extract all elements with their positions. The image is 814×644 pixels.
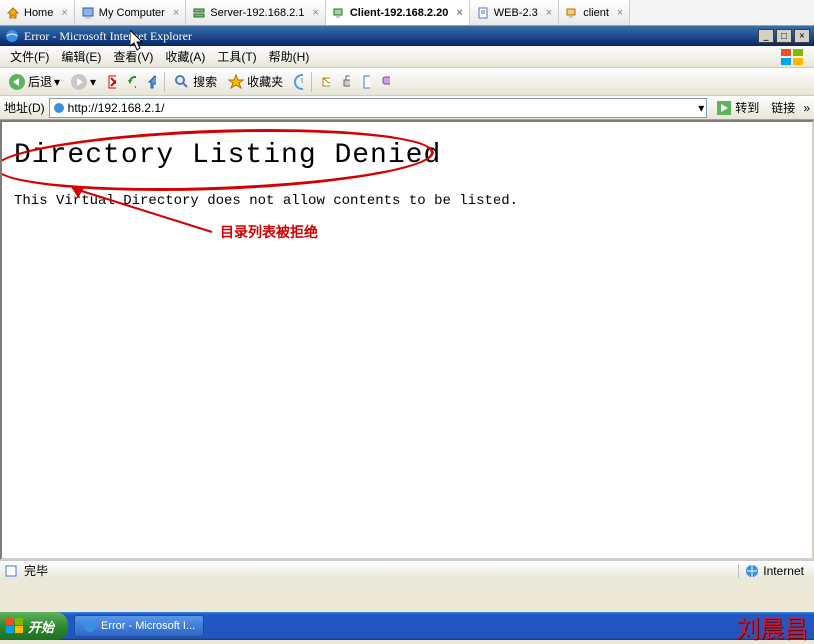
address-box[interactable]: ▾ — [49, 98, 708, 118]
taskbar: 开始 Error - Microsoft I... 刘晨昌 — [0, 612, 814, 640]
close-button[interactable]: × — [794, 29, 810, 43]
ie-titlebar: Error - Microsoft Internet Explorer _ □ … — [0, 26, 814, 46]
forward-button[interactable]: ▾ — [66, 71, 100, 93]
minimize-button[interactable]: _ — [758, 29, 774, 43]
tab-home[interactable]: Home × — [0, 0, 75, 25]
tab-my-computer[interactable]: My Computer × — [75, 0, 186, 25]
tab-label: Server-192.168.2.1 — [210, 7, 304, 19]
tab-label: Home — [24, 7, 53, 19]
close-icon[interactable]: × — [312, 7, 318, 19]
start-button[interactable]: 开始 — [0, 612, 68, 640]
home-button[interactable] — [142, 73, 160, 91]
app-tab-strip: Home × My Computer × Server-192.168.2.1 … — [0, 0, 814, 26]
history-button[interactable] — [289, 73, 307, 91]
favorites-button[interactable]: 收藏夹 — [223, 71, 287, 93]
menu-bar: 文件(F) 编辑(E) 查看(V) 收藏(A) 工具(T) 帮助(H) — [0, 46, 814, 68]
tab-label: WEB-2.3 — [494, 7, 538, 19]
tab-web[interactable]: WEB-2.3 × — [470, 0, 559, 25]
server-icon — [192, 6, 206, 20]
toolbar: 后退 ▾ ▾ 搜索 收藏夹 — [0, 68, 814, 96]
signature-watermark: 刘晨昌 — [736, 609, 808, 644]
star-icon — [227, 73, 245, 91]
close-icon[interactable]: × — [546, 7, 552, 19]
page-icon — [476, 6, 490, 20]
tab-client-active[interactable]: Client-192.168.2.20 × — [326, 0, 470, 25]
page-icon — [52, 101, 68, 115]
close-icon[interactable]: × — [173, 7, 179, 19]
go-button[interactable]: 转到 — [711, 99, 763, 117]
menu-favorites[interactable]: 收藏(A) — [159, 46, 211, 67]
security-zone: Internet — [738, 564, 810, 578]
ie-icon — [83, 619, 97, 633]
menu-view[interactable]: 查看(V) — [107, 46, 159, 67]
tab-label: Client-192.168.2.20 — [350, 7, 448, 19]
go-label: 转到 — [735, 99, 759, 116]
taskbar-task[interactable]: Error - Microsoft I... — [74, 615, 204, 637]
menu-edit[interactable]: 编辑(E) — [55, 46, 107, 67]
tab-server[interactable]: Server-192.168.2.1 × — [186, 0, 326, 25]
windows-flag-icon — [776, 48, 810, 66]
client-icon — [332, 6, 346, 20]
page-done-icon — [4, 564, 20, 578]
refresh-button[interactable] — [122, 73, 140, 91]
ie-status-bar: 完毕 Internet — [0, 560, 814, 580]
stop-button[interactable] — [102, 73, 120, 91]
address-label: 地址(D) — [4, 99, 45, 116]
back-button[interactable]: 后退 ▾ — [4, 71, 64, 93]
links-label[interactable]: 链接 — [767, 99, 799, 116]
search-label: 搜索 — [193, 73, 217, 90]
task-label: Error - Microsoft I... — [101, 620, 195, 632]
search-icon — [173, 73, 191, 91]
go-icon — [715, 99, 733, 117]
ie-icon — [4, 28, 20, 44]
menu-tools[interactable]: 工具(T) — [211, 46, 262, 67]
chevron-right-icon[interactable]: » — [803, 101, 810, 115]
home-icon — [6, 6, 20, 20]
url-input[interactable] — [68, 101, 699, 115]
annotation-text: 目录列表被拒绝 — [220, 222, 318, 242]
menu-file[interactable]: 文件(F) — [4, 46, 55, 67]
tab-label: client — [583, 7, 609, 19]
menu-help[interactable]: 帮助(H) — [263, 46, 316, 67]
maximize-button[interactable]: □ — [776, 29, 792, 43]
status-done: 完毕 — [24, 562, 48, 579]
discuss-button[interactable] — [376, 73, 394, 91]
tab-label: My Computer — [99, 7, 165, 19]
tab-client2[interactable]: client × — [559, 0, 630, 25]
internet-icon — [745, 564, 759, 578]
annotation-arrow — [62, 182, 222, 242]
client-icon — [565, 6, 579, 20]
chevron-down-icon[interactable]: ▾ — [698, 101, 704, 115]
favorites-label: 收藏夹 — [247, 73, 283, 90]
back-icon — [8, 73, 26, 91]
close-icon[interactable]: × — [456, 7, 462, 19]
close-icon[interactable]: × — [61, 7, 67, 19]
chevron-down-icon: ▾ — [54, 75, 60, 89]
search-button[interactable]: 搜索 — [169, 71, 221, 93]
close-icon[interactable]: × — [617, 7, 623, 19]
error-heading: Directory Listing Denied — [14, 140, 800, 171]
zone-label: Internet — [763, 564, 804, 578]
chevron-down-icon: ▾ — [90, 75, 96, 89]
address-bar: 地址(D) ▾ 转到 链接 » — [0, 96, 814, 120]
window-title: Error - Microsoft Internet Explorer — [24, 29, 192, 44]
forward-icon — [70, 73, 88, 91]
mail-button[interactable] — [316, 73, 334, 91]
back-label: 后退 — [28, 73, 52, 90]
print-button[interactable] — [336, 73, 354, 91]
page-viewport: Directory Listing Denied This Virtual Di… — [0, 120, 814, 560]
computer-icon — [81, 6, 95, 20]
windows-logo-icon — [6, 618, 24, 634]
edit-button[interactable] — [356, 73, 374, 91]
start-label: 开始 — [28, 617, 54, 636]
